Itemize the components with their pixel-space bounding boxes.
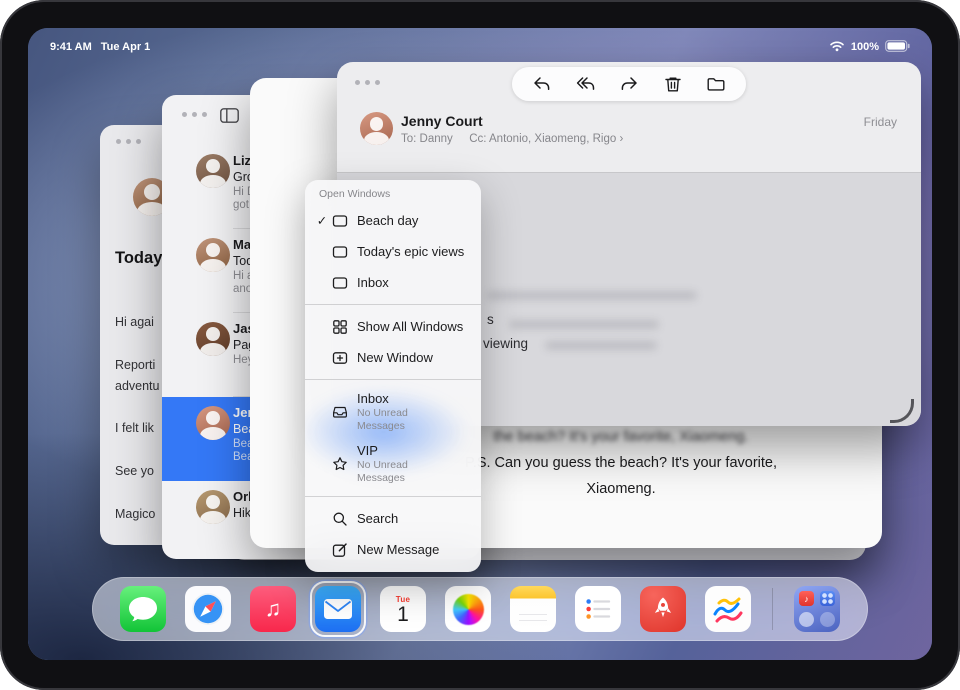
- new-window-icon: [331, 350, 349, 366]
- safari-app-icon[interactable]: [185, 586, 231, 632]
- compose-icon: [331, 542, 349, 558]
- menu-item-sublabel: No Unread Messages: [357, 407, 445, 433]
- status-date: Tue Apr 1: [101, 41, 151, 53]
- battery-percent: 100%: [851, 41, 879, 53]
- menu-item-todays-epic-views[interactable]: Today's epic views: [305, 236, 481, 267]
- mini-circle-tile: [799, 612, 814, 627]
- reminders-app-icon[interactable]: [575, 586, 621, 632]
- status-time: 9:41 AM: [50, 41, 92, 53]
- calendar-day: 1: [397, 604, 409, 626]
- body-line: Magico: [115, 507, 155, 521]
- avatar: [196, 238, 230, 272]
- menu-item-new-window[interactable]: New Window: [305, 342, 481, 373]
- calendar-app-icon[interactable]: Tue 1: [380, 586, 426, 632]
- rocket-app-icon[interactable]: [640, 586, 686, 632]
- status-bar: 9:41 AM Tue Apr 1 100%: [28, 38, 932, 56]
- ipad-device: 9:41 AM Tue Apr 1 100% Today Hi agai Rep…: [0, 0, 960, 690]
- messages-app-icon[interactable]: [120, 586, 166, 632]
- avatar: [196, 406, 230, 440]
- battery-icon: [885, 40, 910, 55]
- to-label: To:: [401, 133, 416, 145]
- menu-item-label: VIP: [357, 443, 445, 458]
- avatar: [196, 490, 230, 524]
- menu-item-label: Inbox: [357, 275, 389, 290]
- search-icon: [331, 511, 349, 527]
- menu-item-label: Show All Windows: [357, 319, 463, 334]
- menu-separator: [305, 379, 481, 380]
- body-line: Hi agai: [115, 315, 154, 329]
- menu-item-label: Beach day: [357, 213, 418, 228]
- menu-separator: [305, 496, 481, 497]
- avatar: [360, 112, 393, 145]
- music-app-icon[interactable]: ♫: [250, 586, 296, 632]
- avatar: [196, 154, 230, 188]
- body-line: See yo: [115, 464, 154, 478]
- window-controls-icon[interactable]: [355, 80, 380, 85]
- to-names: Danny: [420, 133, 453, 145]
- menu-item-show-all-windows[interactable]: Show All Windows: [305, 311, 481, 342]
- message-title: Today: [115, 249, 162, 268]
- checkmark-icon: ✓: [313, 213, 331, 228]
- window-icon: [331, 275, 349, 291]
- mini-circle-tile: [820, 612, 835, 627]
- mini-grid-tile: [820, 591, 835, 606]
- forward-button[interactable]: [617, 73, 641, 95]
- body-line: adventu: [115, 379, 159, 393]
- menu-item-mailbox-inbox[interactable]: Inbox No Unread Messages: [305, 386, 481, 438]
- body-fragment: viewing: [483, 336, 528, 351]
- app-library-icon[interactable]: ♪: [794, 586, 840, 632]
- menu-item-inbox-window[interactable]: Inbox: [305, 267, 481, 298]
- body-line: Reporti: [115, 358, 155, 372]
- chevron-right-icon: ›: [619, 133, 623, 145]
- reply-button[interactable]: [530, 73, 554, 95]
- message-recipients[interactable]: To: Danny Cc: Antonio, Xiaomeng, Rigo ›: [401, 133, 623, 145]
- inbox-tray-icon: [331, 404, 349, 420]
- body-fragment: s: [487, 312, 494, 327]
- message-date: Friday: [864, 115, 897, 129]
- dock: ♫ Tue 1 ♪: [92, 577, 868, 641]
- star-icon: [331, 456, 349, 472]
- menu-item-label: Inbox: [357, 391, 445, 406]
- music-note-icon: ♪: [804, 594, 809, 604]
- menu-item-search[interactable]: Search: [305, 503, 481, 534]
- cc-label: Cc:: [469, 133, 486, 145]
- menu-item-beach-day[interactable]: ✓ Beach day: [305, 205, 481, 236]
- avatar: [196, 322, 230, 356]
- menu-item-label: Search: [357, 511, 398, 526]
- screen: 9:41 AM Tue Apr 1 100% Today Hi agai Rep…: [28, 28, 932, 660]
- grid-windows-icon: [331, 319, 349, 335]
- menu-separator: [305, 304, 481, 305]
- music-note-icon: ♫: [265, 596, 282, 622]
- wifi-icon: [829, 40, 845, 55]
- mini-music-tile: ♪: [799, 591, 814, 606]
- message-toolbar: [512, 67, 746, 101]
- window-icon: [331, 213, 349, 229]
- reply-all-button[interactable]: [574, 73, 598, 95]
- menu-item-sublabel: No Unread Messages: [357, 459, 445, 485]
- menu-item-label: New Window: [357, 350, 433, 365]
- photos-flower-icon: [453, 594, 484, 625]
- menu-item-label: New Message: [357, 542, 439, 557]
- cc-names: Antonio, Xiaomeng, Rigo: [489, 133, 616, 145]
- window-controls-icon[interactable]: [116, 139, 141, 144]
- folder-button[interactable]: [704, 73, 728, 95]
- window-icon: [331, 244, 349, 260]
- message-sender: Jenny Court: [401, 113, 483, 129]
- trash-button[interactable]: [661, 73, 685, 95]
- scribble-app-icon[interactable]: [705, 586, 751, 632]
- dock-divider: [772, 588, 773, 630]
- mail-app-icon[interactable]: [315, 586, 361, 632]
- body-line: I felt lik: [115, 421, 154, 435]
- menu-item-new-message[interactable]: New Message: [305, 534, 481, 565]
- photos-app-icon[interactable]: [445, 586, 491, 632]
- menu-header: Open Windows: [305, 180, 481, 205]
- menu-item-label: Today's epic views: [357, 244, 464, 259]
- notes-app-icon[interactable]: [510, 586, 556, 632]
- menu-item-mailbox-vip[interactable]: VIP No Unread Messages: [305, 438, 481, 490]
- open-windows-menu: Open Windows ✓ Beach day Today's epic vi…: [305, 180, 481, 572]
